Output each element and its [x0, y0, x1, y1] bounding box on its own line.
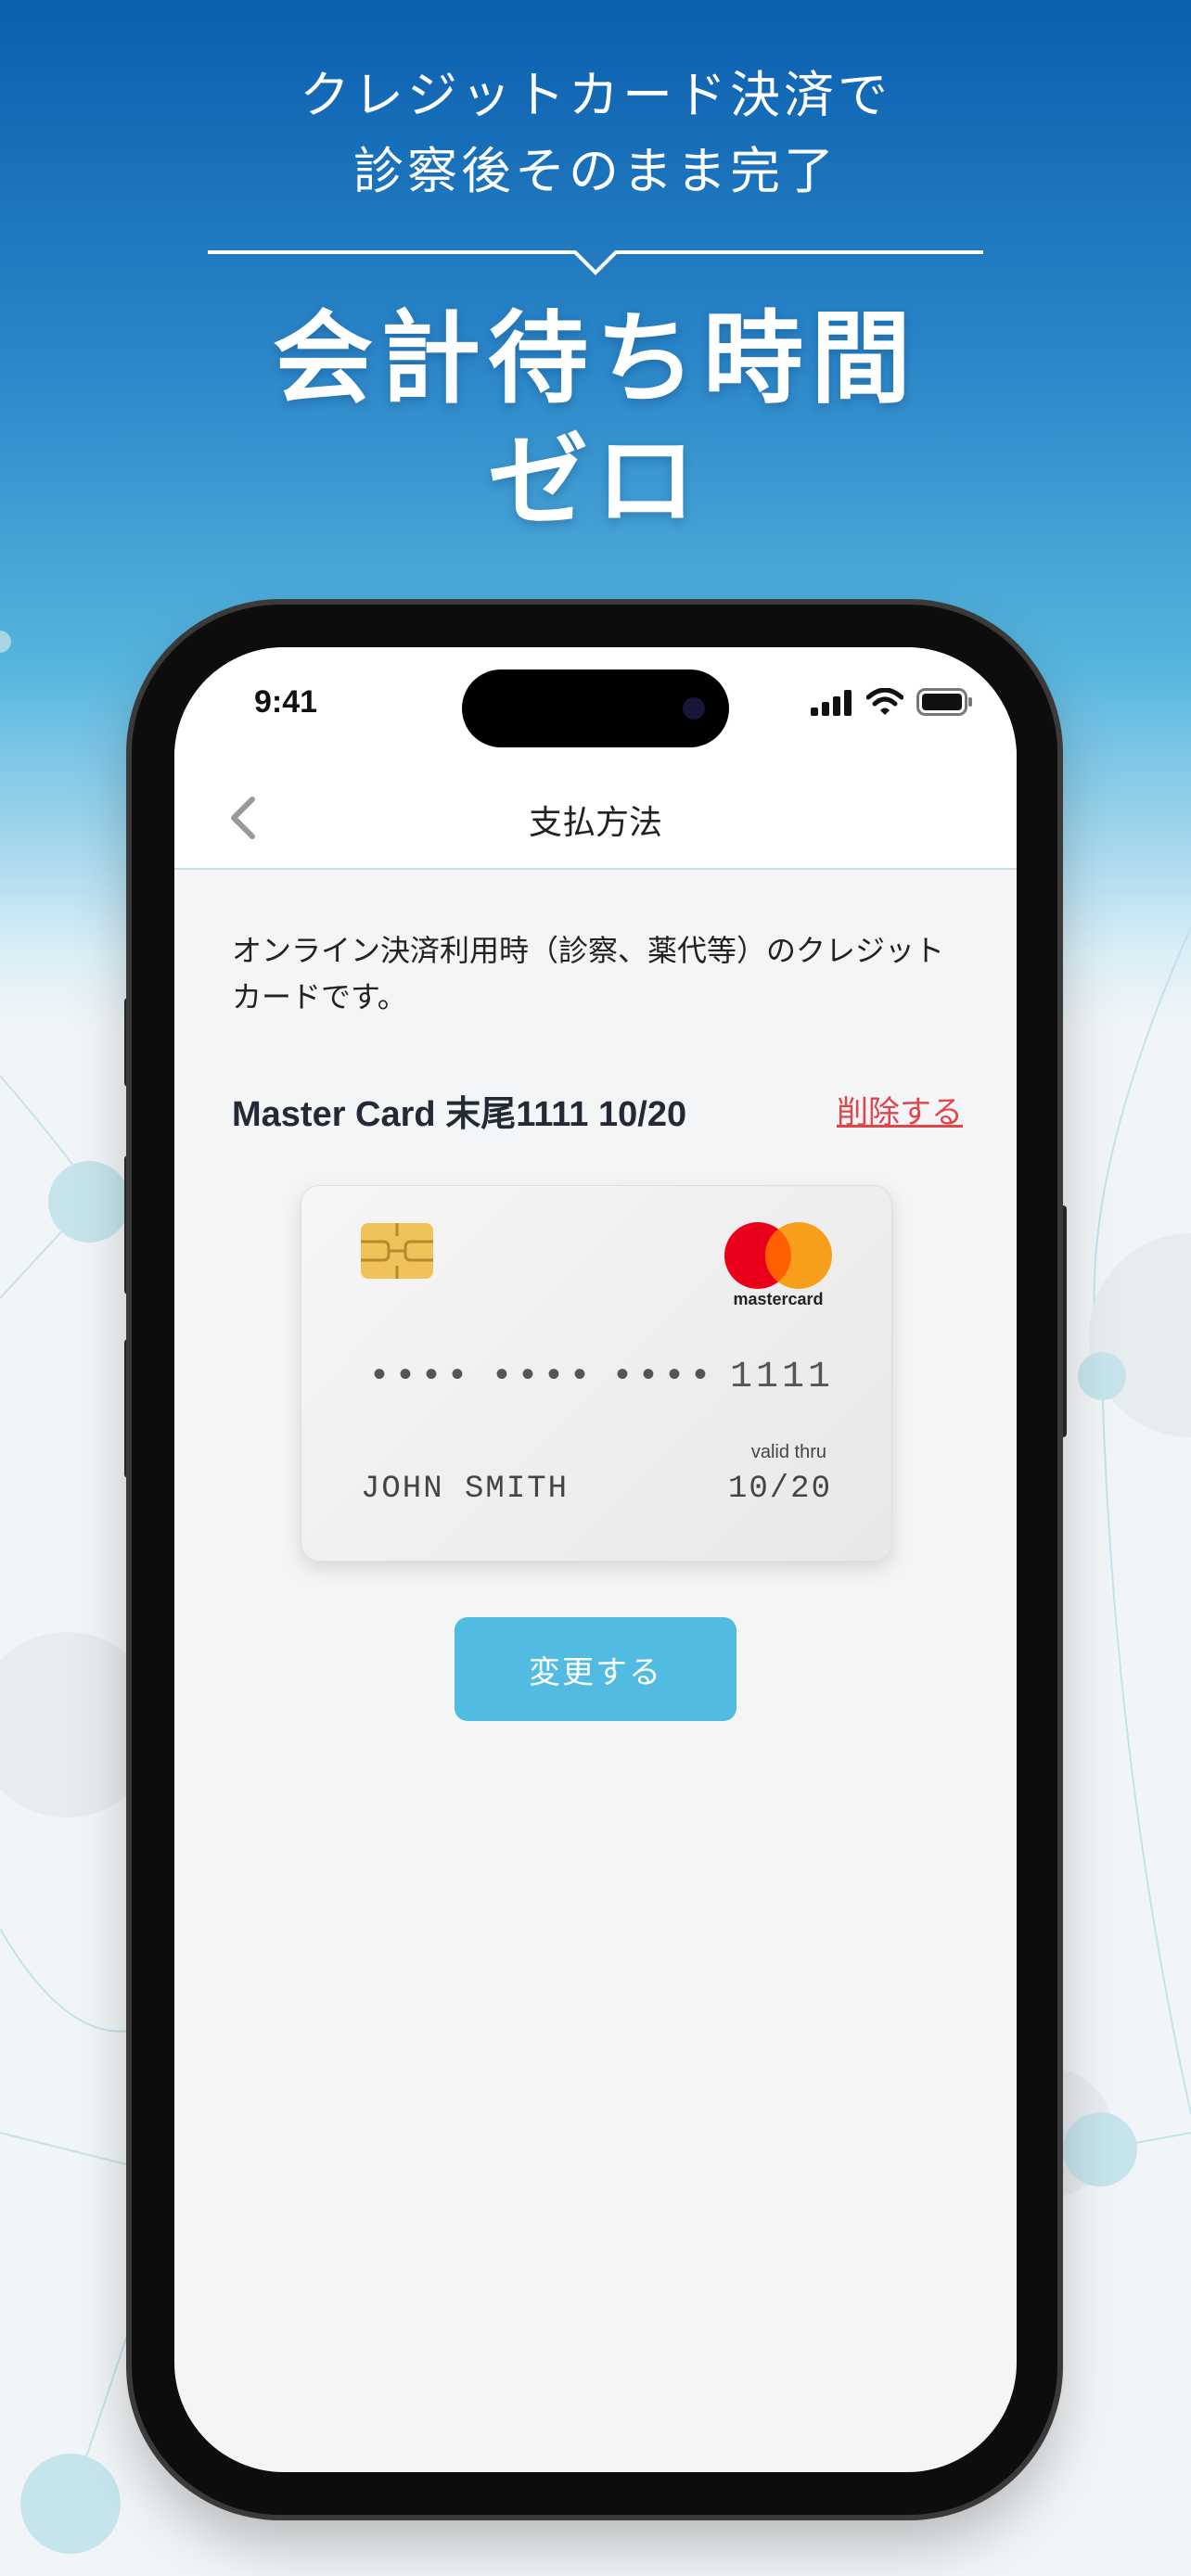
promo-headline: 会計待ち時間 ゼロ	[0, 299, 1191, 543]
card-number-group-2: ••••	[491, 1357, 596, 1398]
card-holder-name: JOHN SMITH	[361, 1472, 570, 1507]
phone-side-button	[1057, 1205, 1067, 1437]
promo-divider	[208, 250, 983, 275]
mastercard-wordmark: mastercard	[733, 1290, 824, 1308]
card-number-group-3: ••••	[611, 1357, 716, 1398]
promo-subline-1: クレジットカード決済で	[300, 66, 891, 124]
status-time: 9:41	[254, 684, 318, 720]
mastercard-circles-icon	[724, 1222, 832, 1289]
page-title: 支払方法	[528, 804, 662, 842]
delete-card-link[interactable]: 削除する	[837, 1087, 963, 1132]
promo-headline-line-1: 会計待ち時間	[272, 301, 918, 417]
card-chip-icon	[361, 1223, 433, 1279]
payment-description: オンライン決済利用時（診察、薬代等）のクレジットカードです。	[232, 933, 945, 1014]
phone-screen: 9:41 支払方法 オンライン決済利用時（診察、薬代等）のクレジットカードです。…	[174, 647, 1017, 2472]
card-valid-thru-label: valid thru	[750, 1442, 826, 1462]
status-bar: 9:41	[174, 647, 1017, 768]
promo-subline-2: 診察後そのまま完了	[353, 142, 838, 200]
card-number-last4: 1111	[730, 1357, 835, 1398]
status-icons	[811, 688, 974, 716]
promo-headline-line-2: ゼロ	[487, 424, 703, 540]
card-number-group-1: ••••	[368, 1357, 473, 1398]
wifi-icon	[866, 688, 903, 715]
promo-header: クレジットカード決済で 診察後そのまま完了	[0, 57, 1191, 210]
credit-card-preview: mastercard •••• •••• •••• 1111 valid thr…	[301, 1185, 892, 1562]
signal-icon	[811, 690, 852, 716]
dynamic-island	[462, 670, 729, 747]
registered-card-row: Master Card 末尾1111 10/20 削除する	[232, 1079, 963, 1134]
battery-icon	[916, 688, 972, 716]
card-summary: Master Card 末尾1111 10/20	[232, 1095, 687, 1134]
change-card-button[interactable]: 変更する	[455, 1617, 736, 1721]
card-expiry: 10/20	[727, 1472, 832, 1507]
navigation-bar: 支払方法	[174, 768, 1017, 870]
mastercard-logo: mastercard	[723, 1221, 834, 1308]
front-camera	[683, 697, 705, 720]
